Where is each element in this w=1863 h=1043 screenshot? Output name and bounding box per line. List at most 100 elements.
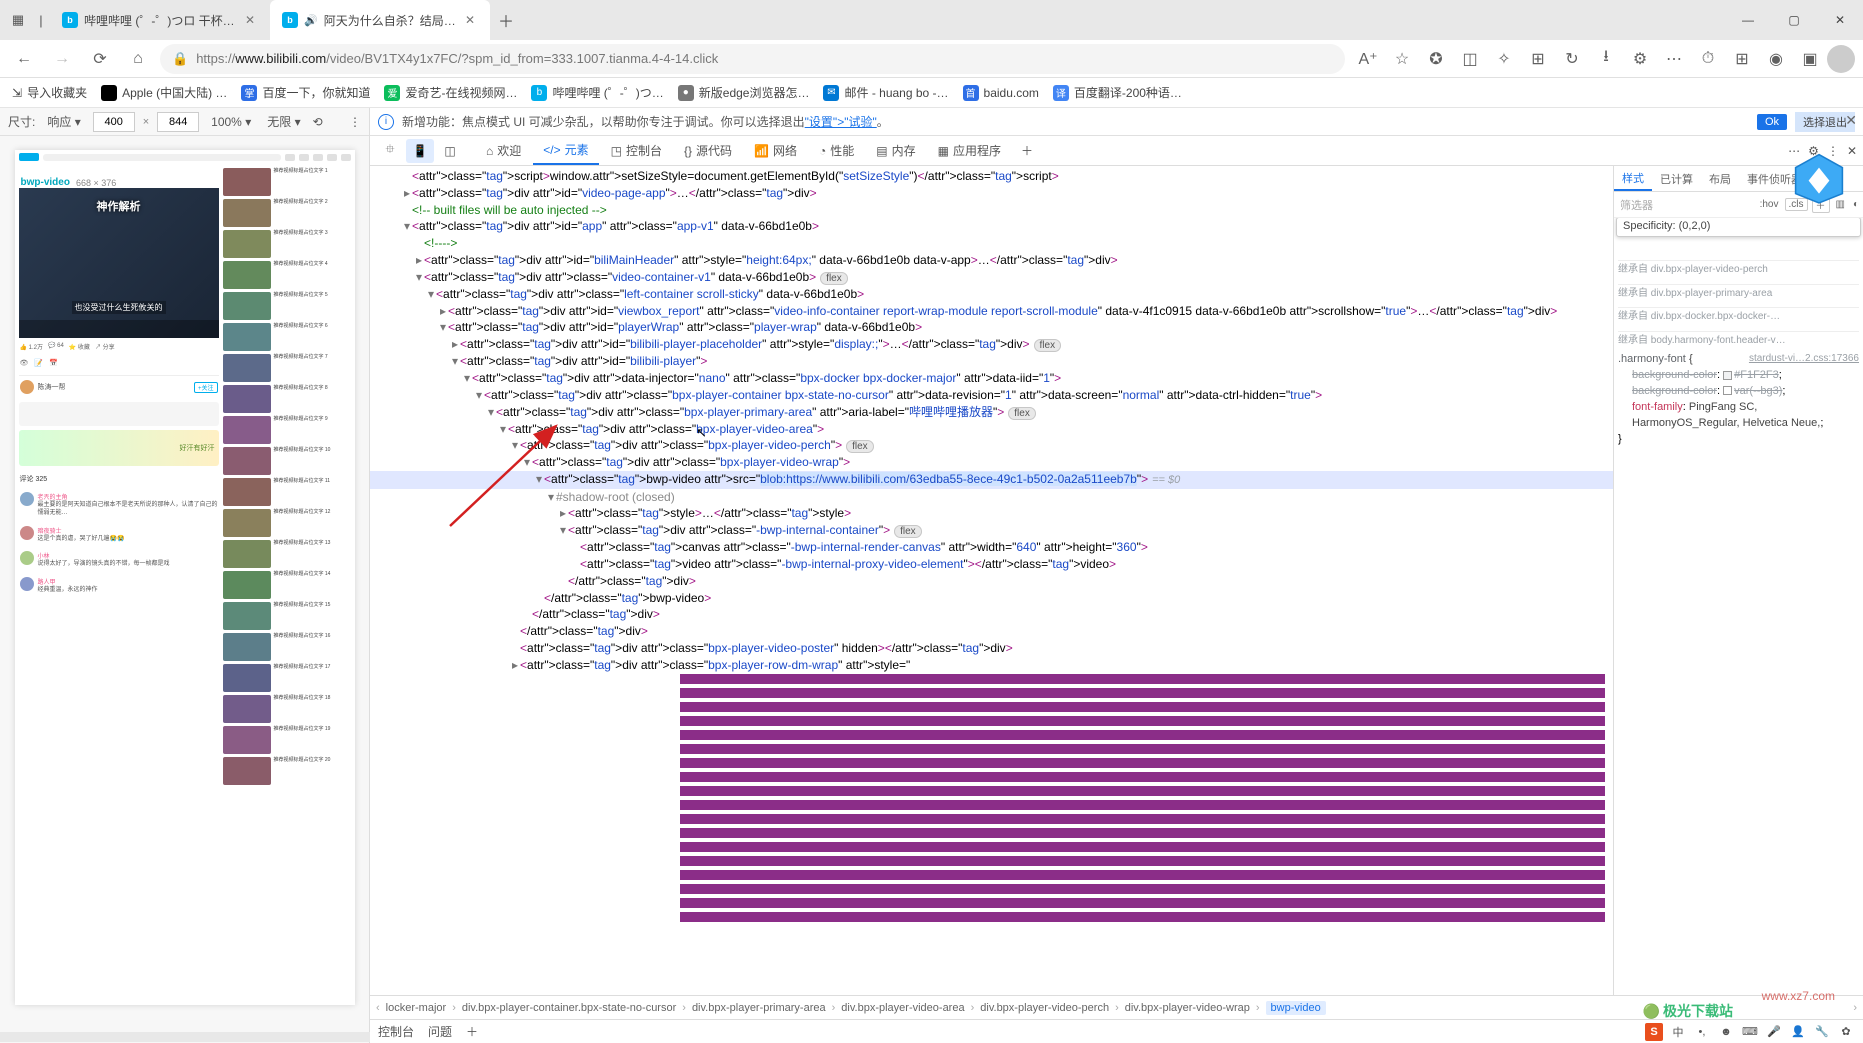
dom-node[interactable]: ▾<attr">class="tag">div attr">id="app" a… — [370, 218, 1613, 235]
site-info-icon[interactable]: 🔒 — [172, 51, 188, 67]
bookmark-item[interactable]: Apple (中国大陆) … — [101, 84, 227, 101]
bookmark-item[interactable]: ⇲导入收藏夹 — [12, 84, 87, 101]
dom-node[interactable]: ▸<attr">class="tag">div attr">id="video-… — [370, 185, 1613, 202]
url-input[interactable]: 🔒 https://www.bilibili.com/video/BV1TX4y… — [160, 44, 1345, 74]
info-link[interactable]: "设置">"试验" — [805, 115, 877, 129]
breadcrumb-item[interactable]: div.bpx-player-video-wrap — [1125, 1002, 1250, 1014]
stab-styles[interactable]: 样式 — [1614, 166, 1652, 191]
close-icon[interactable]: ✕ — [242, 12, 258, 28]
breadcrumb-item[interactable]: bwp-video — [1266, 1001, 1326, 1015]
ime-user-icon[interactable]: 👤 — [1789, 1023, 1807, 1041]
dom-node[interactable]: </attr">class="tag">div> — [370, 623, 1613, 640]
new-tab-button[interactable]: ＋ — [490, 0, 522, 40]
extensions-icon[interactable]: ⚙ — [1623, 43, 1657, 75]
rendering-toggle-icon[interactable]: ◐ — [1849, 199, 1863, 210]
dom-node[interactable]: ▾<attr">class="tag">div attr">data-injec… — [370, 370, 1613, 387]
audio-icon[interactable]: 🔊 — [304, 14, 318, 27]
bookmark-item[interactable]: ●新版edge浏览器怎… — [678, 84, 810, 101]
dom-node[interactable]: ▾<attr">class="tag">div attr">class="vid… — [370, 269, 1613, 286]
sidebar-icon[interactable]: ▣ — [1793, 43, 1827, 75]
bookmark-item[interactable]: 首baidu.com — [963, 85, 1039, 101]
ime-tool-icon[interactable]: 🔧 — [1813, 1023, 1831, 1041]
tab-welcome[interactable]: ⌂欢迎 — [476, 136, 531, 165]
ime-punct-icon[interactable]: •, — [1693, 1023, 1711, 1041]
favorite-icon[interactable]: ☆ — [1385, 43, 1419, 75]
dom-node[interactable]: <!----> — [370, 235, 1613, 252]
dom-node[interactable]: ▾<attr">class="tag">bwp-video attr">src=… — [370, 471, 1613, 488]
elements-tree[interactable]: <attr">class="tag">script>window.attr">s… — [370, 166, 1613, 995]
styles-body[interactable]: Specificity: (0,2,0) </span><div><span c… — [1614, 218, 1863, 995]
bc-left-icon[interactable]: ‹ — [376, 1002, 380, 1014]
dom-node[interactable]: ▾#shadow-root (closed) — [370, 489, 1613, 506]
dom-node[interactable]: </attr">class="tag">div> — [370, 606, 1613, 623]
dom-node[interactable]: ▸<attr">class="tag">div attr">id="bilibi… — [370, 336, 1613, 353]
apps-icon[interactable]: ⊞ — [1725, 43, 1759, 75]
dom-node[interactable]: <!-- built files will be auto injected -… — [370, 202, 1613, 219]
rotate-icon[interactable]: ⟲ — [313, 115, 323, 129]
ok-button[interactable]: Ok — [1757, 114, 1787, 130]
dom-node[interactable]: ▾<attr">class="tag">div attr">class="bpx… — [370, 454, 1613, 471]
dom-node[interactable]: ▸<attr">class="tag">style>…</attr">class… — [370, 505, 1613, 522]
ime-settings-icon[interactable]: ✿ — [1837, 1023, 1855, 1041]
dom-node[interactable]: ▸<attr">class="tag">div attr">id="biliMa… — [370, 252, 1613, 269]
forward-button[interactable]: → — [46, 43, 78, 75]
gaming-icon[interactable]: ✪ — [1419, 43, 1453, 75]
add-tab-icon[interactable]: ＋ — [1013, 142, 1041, 159]
downloads-icon[interactable]: ⭳ — [1589, 43, 1623, 75]
close-window-icon[interactable]: ✕ — [1817, 0, 1863, 40]
favorites-bar-icon[interactable]: ✧ — [1487, 43, 1521, 75]
tab-network[interactable]: 📶网络 — [744, 136, 807, 165]
tab-sources[interactable]: {}源代码 — [674, 136, 742, 165]
breadcrumb-item[interactable]: div.bpx-player-primary-area — [692, 1002, 826, 1014]
rule-source-link[interactable]: stardust-vi…2.css:17366 — [1749, 352, 1859, 367]
ime-keyboard-icon[interactable]: ⌨ — [1741, 1023, 1759, 1041]
drawer-console-tab[interactable]: 控制台 — [378, 1021, 414, 1042]
drawer-add-tab[interactable]: ＋ — [466, 1023, 478, 1040]
tab-elements[interactable]: </>元素 — [533, 136, 598, 165]
device-toggle-icon[interactable]: 📱 — [406, 139, 434, 163]
elements-breadcrumb[interactable]: ‹ locker-major › div.bpx-player-container.… — [370, 995, 1863, 1019]
width-input[interactable] — [93, 112, 135, 132]
css-rule[interactable]: stardust-vi…2.css:17366.harmony-font {ba… — [1618, 352, 1859, 448]
reload-button[interactable]: ⟳ — [84, 43, 116, 75]
dom-node[interactable]: </attr">class="tag">div> — [370, 573, 1613, 590]
tab-console[interactable]: ◳控制台 — [601, 136, 672, 165]
tab-performance[interactable]: ◔性能 — [809, 136, 864, 165]
dom-node[interactable]: ▾<attr">class="tag">div attr">class="bpx… — [370, 387, 1613, 404]
dom-node[interactable]: </attr">class="tag">bwp-video> — [370, 590, 1613, 607]
dock-icon[interactable]: ◫ — [436, 139, 464, 163]
tab-application[interactable]: ▦应用程序 — [928, 136, 1011, 165]
dom-node[interactable]: ▾<attr">class="tag">div attr">class="bpx… — [370, 437, 1613, 454]
close-icon[interactable]: ✕ — [462, 12, 478, 28]
dom-node[interactable]: <attr">class="tag">div attr">class="bpx-… — [370, 640, 1613, 657]
ime-voice-icon[interactable]: 🎤 — [1765, 1023, 1783, 1041]
zoom-select[interactable]: 100% ▾ — [207, 115, 255, 129]
page-thumbnail[interactable]: bwp-video668 × 376 神作解析 也没受过什么生死攸关的 👍 1.… — [0, 136, 369, 1043]
app-menu-icon[interactable]: ▦ — [4, 6, 32, 34]
bookmark-item[interactable]: 掌百度一下，你就知道 — [241, 84, 370, 101]
breadcrumb-item[interactable]: div.bpx-player-video-area — [841, 1002, 964, 1014]
browser-tab-1[interactable]: b 🔊 阿天为什么自杀？结局你说… ✕ — [270, 0, 490, 40]
dom-node[interactable]: ▾<attr">class="tag">div attr">class="lef… — [370, 286, 1613, 303]
back-button[interactable]: ← — [8, 43, 40, 75]
ime-zh-icon[interactable]: 中 — [1669, 1023, 1687, 1041]
bc-right-icon[interactable]: › — [1853, 1002, 1857, 1014]
throttle-select[interactable]: 无限 ▾ — [263, 113, 304, 130]
profile-avatar[interactable] — [1827, 45, 1855, 73]
ime-emoji-icon[interactable]: ☻ — [1717, 1023, 1735, 1041]
stab-layout[interactable]: 布局 — [1701, 166, 1739, 191]
close-devtools-icon[interactable]: ✕ — [1847, 144, 1857, 158]
browser-tab-0[interactable]: b 哔哩哔哩 (゜-゜)つロ 干杯~-bili… ✕ — [50, 0, 270, 40]
stab-computed[interactable]: 已计算 — [1652, 166, 1701, 191]
bookmark-item[interactable]: b哔哩哔哩 (゜-゜)つ… — [531, 84, 663, 101]
drawer-issues-tab[interactable]: 问题 — [428, 1021, 452, 1042]
edge-icon[interactable]: ◉ — [1759, 43, 1793, 75]
dom-node[interactable]: ▾<attr">class="tag">div attr">class="-bw… — [370, 522, 1613, 539]
split-icon[interactable]: ◫ — [1453, 43, 1487, 75]
tab-memory[interactable]: ▤内存 — [866, 136, 925, 165]
dom-node[interactable]: <attr">class="tag">script>window.attr">s… — [370, 168, 1613, 185]
dom-node[interactable]: <attr">class="tag">video attr">class="-b… — [370, 556, 1613, 573]
breadcrumb-item[interactable]: div.bpx-player-container.bpx-state-no-cu… — [462, 1002, 676, 1014]
sogou-icon[interactable]: S — [1645, 1023, 1663, 1041]
breadcrumb-item[interactable]: locker-major — [386, 1002, 447, 1014]
